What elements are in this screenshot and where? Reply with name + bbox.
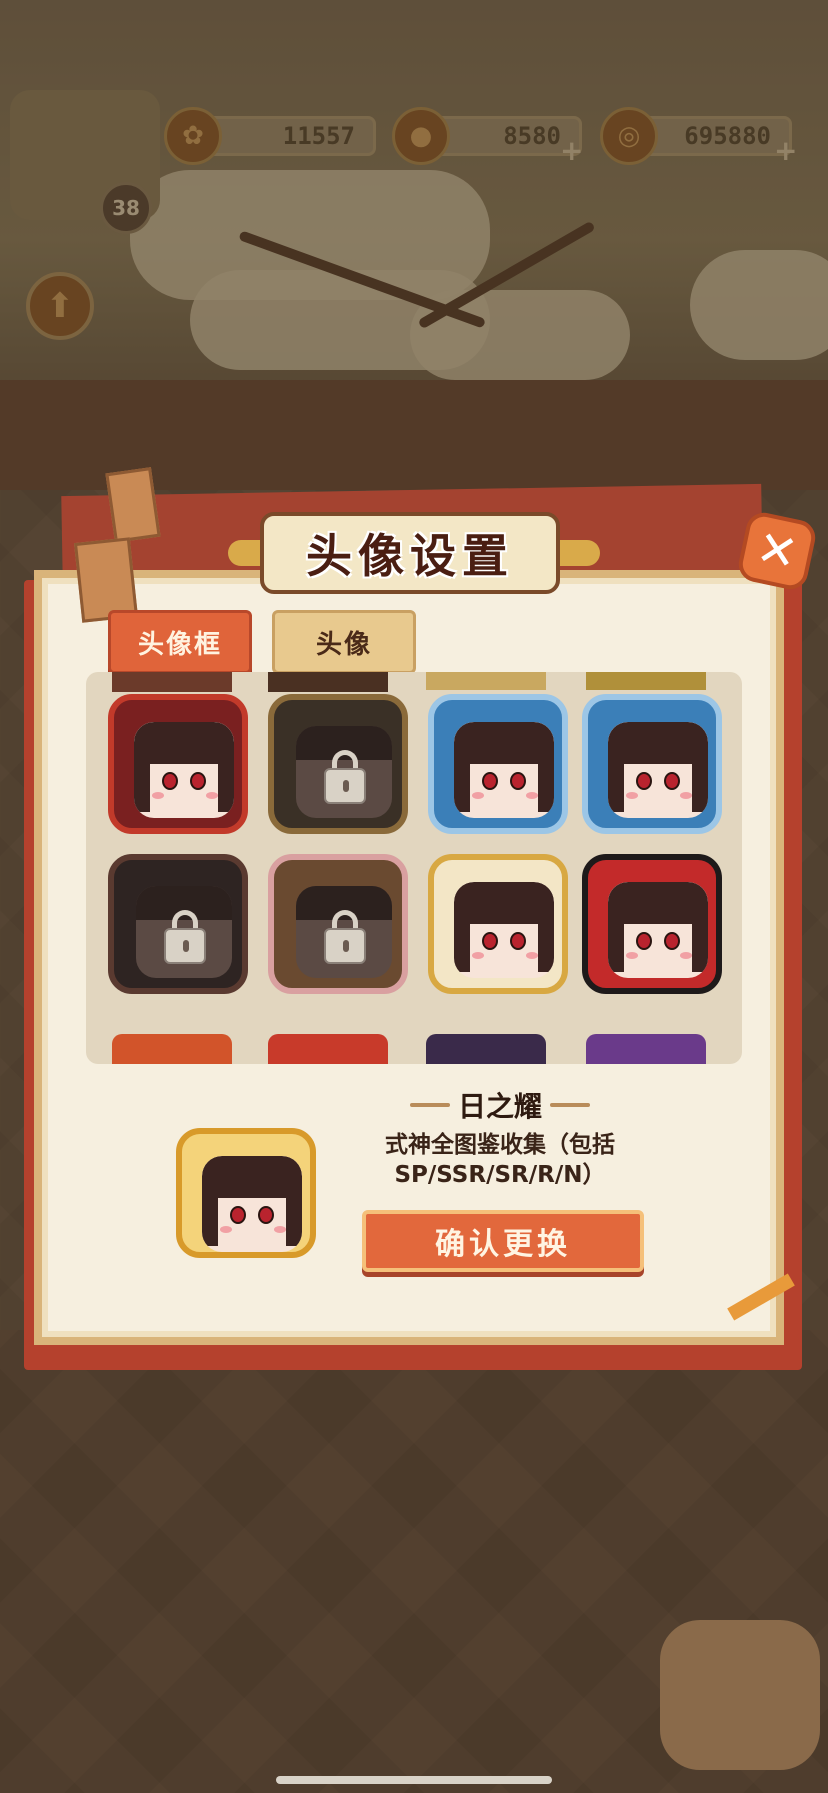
partial-frame-item[interactable]	[112, 672, 232, 692]
tab-avatar[interactable]: 头像	[272, 610, 416, 674]
locked-avatar	[136, 886, 232, 978]
frame-item-torii[interactable]	[108, 694, 248, 834]
ornament-right	[550, 1103, 590, 1107]
frame-item-bonsai[interactable]	[268, 854, 408, 994]
lock-icon	[164, 928, 206, 964]
dialog-title: 头像设置	[306, 529, 514, 583]
locked-avatar	[296, 886, 392, 978]
partial-frame-item[interactable]	[426, 672, 546, 690]
ornament-left	[409, 1103, 450, 1107]
lock-icon	[324, 928, 366, 964]
frame-item-gold-card[interactable]	[428, 854, 568, 994]
selected-frame-name: 日之耀	[457, 1090, 542, 1123]
tab-avatar-frame[interactable]: 头像框	[108, 610, 252, 674]
selected-frame-preview	[172, 1128, 322, 1258]
tab-label: 头像框	[137, 629, 222, 660]
partial-frame-item[interactable]	[586, 672, 706, 690]
wood-tag-decoration	[105, 467, 161, 543]
frame-grid[interactable]	[86, 672, 742, 1064]
corner-character[interactable]	[660, 1620, 820, 1770]
avatar-face	[134, 722, 234, 818]
frame-item-dark-bun[interactable]	[108, 854, 248, 994]
tab-label: 头像	[315, 629, 372, 660]
close-icon: ✕	[751, 519, 803, 583]
partial-frame-item[interactable]	[112, 1034, 232, 1064]
frame-item-wave-2[interactable]	[582, 694, 722, 834]
avatar-face	[608, 722, 708, 818]
frame-item-wave-1[interactable]	[428, 694, 568, 834]
frame-item-bear[interactable]	[582, 854, 722, 994]
frame-item-mask[interactable]	[268, 694, 408, 834]
selected-frame-name-row: 日之耀	[400, 1085, 600, 1125]
locked-avatar	[296, 726, 392, 818]
preview-frame	[176, 1128, 316, 1258]
lock-icon	[324, 768, 366, 804]
partial-frame-item[interactable]	[268, 1034, 388, 1064]
avatar-face	[454, 882, 554, 978]
partial-frame-item[interactable]	[586, 1034, 706, 1064]
partial-frame-item[interactable]	[268, 672, 388, 692]
selected-frame-description: 式神全图鉴收集（包括SP/SSR/SR/R/N）	[385, 1132, 615, 1188]
confirm-change-button[interactable]: 确认更换	[362, 1210, 644, 1272]
avatar-face	[202, 1156, 302, 1252]
partial-frame-item[interactable]	[426, 1034, 546, 1064]
home-indicator[interactable]	[276, 1776, 552, 1784]
avatar-face	[454, 722, 554, 818]
avatar-face	[608, 882, 708, 978]
dialog-title-plate: 头像设置	[260, 512, 560, 594]
